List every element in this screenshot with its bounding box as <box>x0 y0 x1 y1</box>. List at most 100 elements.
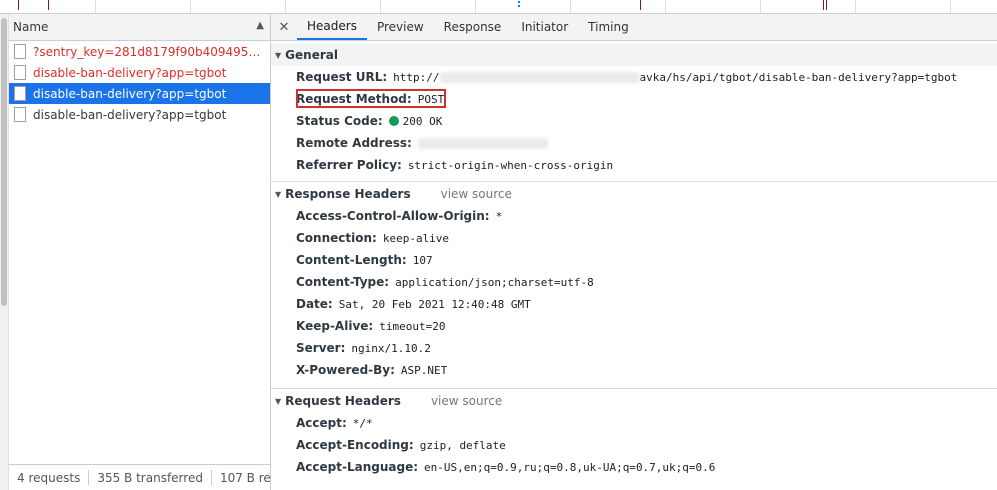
header-name: Date: <box>296 297 333 311</box>
general-section-title: General <box>285 48 338 62</box>
transferred-size: 355 B transferred <box>89 470 212 485</box>
grid-line <box>95 0 96 13</box>
request-list-panel: Name ▲ ?sentry_key=281d8179f90b4094954f3… <box>9 14 271 490</box>
general-section-header[interactable]: ▼ General <box>271 44 997 66</box>
header-value: */* <box>352 416 373 430</box>
request-marker <box>823 0 824 10</box>
header-value: gzip, deflate <box>419 438 506 452</box>
file-icon <box>14 107 26 122</box>
request-row[interactable]: disable-ban-delivery?app=tgbot <box>9 62 270 83</box>
details-tabbar: ✕ Headers Preview Response Initiator Tim… <box>271 14 997 41</box>
referrer-policy-value: strict-origin-when-cross-origin <box>407 158 614 172</box>
expand-triangle-icon[interactable]: ▼ <box>275 51 281 60</box>
header-row: Content-Length: 107 <box>271 249 997 271</box>
tab-response[interactable]: Response <box>434 14 512 40</box>
remote-address-label: Remote Address: <box>296 136 412 150</box>
request-headers-section-header[interactable]: ▼ Request Headers view source <box>271 390 997 412</box>
grid-line <box>760 0 761 13</box>
request-marker <box>640 0 641 10</box>
name-column-header[interactable]: Name ▲ <box>9 14 270 41</box>
header-value: Sat, 20 Feb 2021 12:40:48 GMT <box>338 297 531 311</box>
request-view-source-link[interactable]: view source <box>431 394 502 408</box>
request-rows: ?sentry_key=281d8179f90b4094954f34...dis… <box>9 41 270 125</box>
grid-line <box>475 0 476 13</box>
request-row[interactable]: ?sentry_key=281d8179f90b4094954f34... <box>9 41 270 62</box>
request-name: ?sentry_key=281d8179f90b4094954f34... <box>33 44 263 59</box>
request-count: 4 requests <box>9 470 90 485</box>
header-name: Access-Control-Allow-Origin: <box>296 209 490 223</box>
close-icon[interactable]: ✕ <box>271 14 297 40</box>
file-icon <box>14 44 26 59</box>
status-code-row: Status Code: 200 OK <box>271 110 997 132</box>
tab-timing[interactable]: Timing <box>578 14 639 40</box>
header-value: en-US,en;q=0.9,ru;q=0.8,uk-UA;q=0.7,uk;q… <box>424 460 716 474</box>
name-column-label: Name <box>13 20 49 34</box>
header-name: Keep-Alive: <box>296 319 374 333</box>
referrer-policy-row: Referrer Policy: strict-origin-when-cros… <box>271 154 997 176</box>
grid-line <box>285 0 286 13</box>
request-details-panel: ✕ Headers Preview Response Initiator Tim… <box>271 14 997 490</box>
scrollbar-thumb[interactable] <box>1 18 7 306</box>
request-row[interactable]: disable-ban-delivery?app=tgbot <box>9 104 270 125</box>
file-icon <box>14 65 26 80</box>
header-value: nginx/1.10.2 <box>351 341 431 355</box>
header-name: X-Powered-By: <box>296 363 395 377</box>
header-row: Accept-Language: en-US,en;q=0.9,ru;q=0.8,… <box>271 456 997 478</box>
request-url-prefix: http:// <box>393 70 440 84</box>
request-marker <box>18 0 19 10</box>
tab-initiator[interactable]: Initiator <box>511 14 578 40</box>
grid-line <box>570 0 571 13</box>
request-row[interactable]: disable-ban-delivery?app=tgbot <box>9 83 270 104</box>
resources-size: 107 B reso <box>219 470 270 485</box>
left-scrollbar[interactable] <box>0 14 9 490</box>
header-row: Keep-Alive: timeout=20 <box>271 315 997 337</box>
header-value: application/json;charset=utf-8 <box>395 275 594 289</box>
request-summary-bar: 4 requests 355 B transferred 107 B reso <box>9 464 270 490</box>
header-value: keep-alive <box>382 231 450 245</box>
header-value: timeout=20 <box>379 319 446 333</box>
file-icon <box>14 86 26 101</box>
request-url-row: Request URL: http:// avka/hs/api/tgbot/di… <box>271 66 997 88</box>
response-headers-list: Access-Control-Allow-Origin: * Connection:… <box>271 205 997 381</box>
grid-line <box>950 0 951 13</box>
response-view-source-link[interactable]: view source <box>441 187 512 201</box>
expand-triangle-icon[interactable]: ▼ <box>275 397 281 406</box>
header-row: Accept: */* <box>271 412 997 434</box>
request-marker <box>518 5 520 7</box>
request-headers-list: Accept: */* Accept-Encoding: gzip, deflate A… <box>271 412 997 478</box>
request-marker <box>48 0 49 10</box>
grid-line <box>855 0 856 13</box>
grid-line <box>190 0 191 13</box>
header-name: Accept-Encoding: <box>296 438 414 452</box>
sort-up-icon[interactable]: ▲ <box>256 20 264 31</box>
header-row: Content-Type: application/json;charset=ut… <box>271 271 997 293</box>
header-row: Date: Sat, 20 Feb 2021 12:40:48 GMT <box>271 293 997 315</box>
remote-address-row: Remote Address: <box>271 132 997 154</box>
referrer-policy-label: Referrer Policy: <box>296 158 402 172</box>
request-url-suffix: avka/hs/api/tgbot/disable-ban-delivery?a… <box>639 70 958 84</box>
request-name: disable-ban-delivery?app=tgbot <box>33 86 227 101</box>
status-code-value: 200 OK <box>402 114 443 128</box>
request-url-value: http:// avka/hs/api/tgbot/disable-ban-del… <box>393 71 957 84</box>
waterfall-overview[interactable] <box>0 0 997 14</box>
redacted-remote-address <box>417 137 548 149</box>
header-value: * <box>495 209 503 223</box>
request-marker <box>518 1 520 3</box>
header-row: X-Powered-By: ASP.NET <box>271 359 997 381</box>
header-value: 107 <box>412 253 433 267</box>
request-headers-title: Request Headers <box>285 394 401 408</box>
header-name: Server: <box>296 341 346 355</box>
response-headers-section-header[interactable]: ▼ Response Headers view source <box>271 183 997 205</box>
redacted-host <box>439 72 640 83</box>
expand-triangle-icon[interactable]: ▼ <box>275 190 281 199</box>
header-row: Connection: keep-alive <box>271 227 997 249</box>
tab-headers[interactable]: Headers <box>297 14 367 40</box>
header-row: Access-Control-Allow-Origin: * <box>271 205 997 227</box>
response-headers-title: Response Headers <box>285 187 411 201</box>
status-ok-icon <box>388 116 399 126</box>
request-name: disable-ban-delivery?app=tgbot <box>33 65 227 80</box>
request-name: disable-ban-delivery?app=tgbot <box>33 107 227 122</box>
header-name: Accept: <box>296 416 347 430</box>
tab-preview[interactable]: Preview <box>367 14 434 40</box>
request-marker <box>826 0 827 10</box>
